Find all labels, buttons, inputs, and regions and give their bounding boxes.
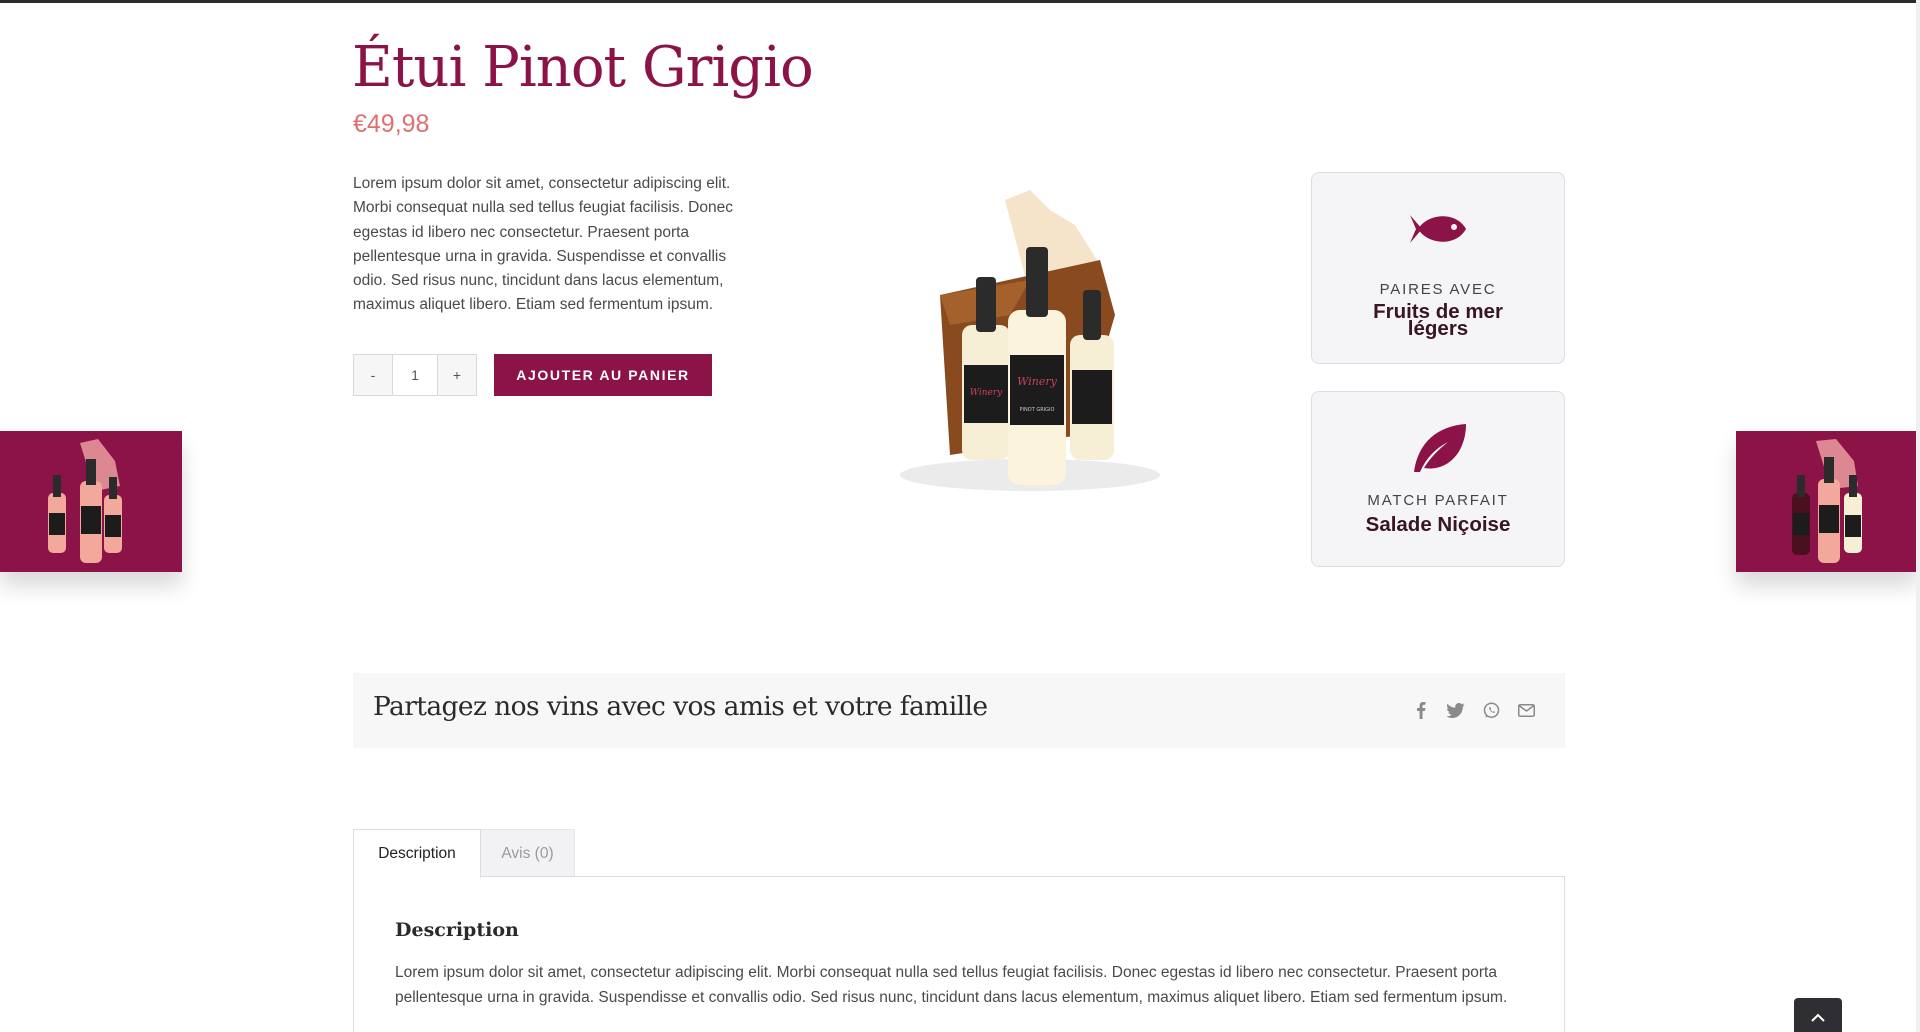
product-tabs: Description Avis (0) xyxy=(353,829,575,878)
product-description: Lorem ipsum dolor sit amet, consectetur … xyxy=(353,175,733,314)
share-title: Partagez nos vins avec vos amis et votre… xyxy=(373,691,988,722)
product-price: €49,98 xyxy=(353,110,430,138)
scrollbar[interactable] xyxy=(1916,0,1920,1032)
next-product-image xyxy=(1792,439,1862,563)
quantity-decrease-button[interactable]: - xyxy=(353,354,393,396)
previous-product-image xyxy=(48,439,122,563)
quantity-input[interactable]: 1 xyxy=(393,354,437,396)
leaf-icon xyxy=(1414,424,1466,472)
panel-text: Lorem ipsum dolor sit amet, consectetur … xyxy=(395,964,1508,1006)
next-product-tile[interactable] xyxy=(1736,431,1918,572)
previous-product-tile[interactable] xyxy=(0,431,182,572)
panel-title: Description xyxy=(395,919,519,941)
pairing-card: MATCH PARFAIT Salade Niçoise xyxy=(1311,391,1565,567)
pairing-card: PAIRES AVEC Fruits de mer légers xyxy=(1311,172,1565,364)
pairing-kicker: MATCH PARFAIT xyxy=(1367,492,1509,509)
facebook-icon[interactable] xyxy=(1412,701,1430,719)
bottle-label-text: Winery xyxy=(970,388,1003,398)
twitter-icon[interactable] xyxy=(1447,701,1465,719)
add-to-cart-button[interactable]: AJOUTER AU PANIER xyxy=(494,354,712,396)
product-title: Étui Pinot Grigio xyxy=(352,35,814,100)
tab-description[interactable]: Description xyxy=(353,829,481,878)
whatsapp-icon[interactable] xyxy=(1482,701,1500,719)
tab-panel: Description Lorem ipsum dolor sit amet, … xyxy=(353,876,1565,1032)
top-border xyxy=(0,0,1920,3)
pairing-kicker: PAIRES AVEC xyxy=(1379,281,1497,298)
email-icon[interactable] xyxy=(1517,701,1535,719)
tab-reviews[interactable]: Avis (0) xyxy=(481,829,575,877)
fish-icon xyxy=(1410,215,1466,243)
svg-text:Winery: Winery xyxy=(1017,375,1057,388)
product-image: Winery Winery PINOT GRIGIO xyxy=(900,190,1160,491)
chevron-up-icon xyxy=(1811,1013,1825,1022)
quantity-stepper: - 1 + xyxy=(353,354,477,396)
bottle-sublabel-text: PINOT GRIGIO xyxy=(1020,407,1055,413)
pairing-value-line2: légers xyxy=(1407,317,1469,340)
quantity-increase-button[interactable]: + xyxy=(437,354,477,396)
share-icons xyxy=(1412,701,1535,719)
share-bar: Partagez nos vins avec vos amis et votre… xyxy=(353,673,1565,748)
pairing-value: Salade Niçoise xyxy=(1365,513,1511,536)
scroll-to-top-button[interactable] xyxy=(1794,998,1842,1032)
